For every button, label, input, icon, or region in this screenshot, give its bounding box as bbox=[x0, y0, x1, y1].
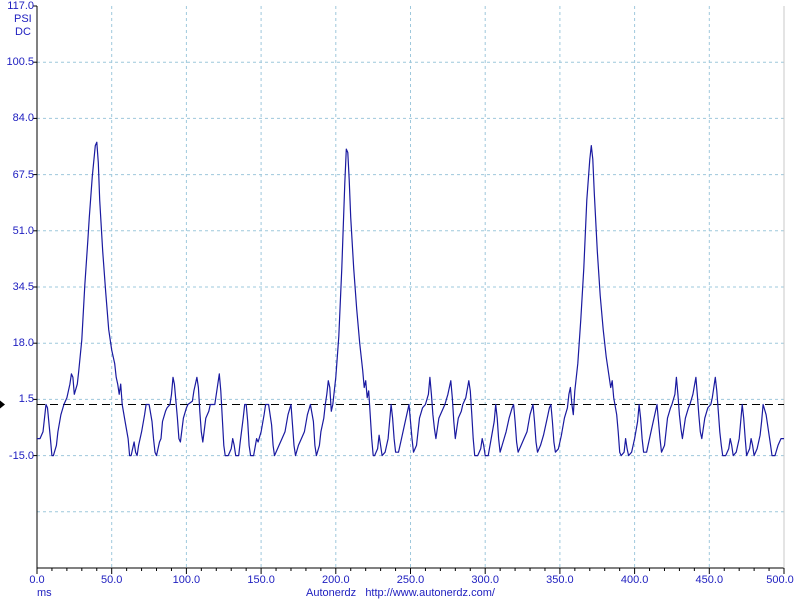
y-tick-label: 1.5 bbox=[18, 393, 34, 406]
x-tick-label: 500.0 bbox=[766, 574, 794, 586]
y-tick-label: 51.0 bbox=[12, 224, 34, 237]
y-tick-label: 117.0 bbox=[7, 0, 34, 12]
x-tick-label: 150.0 bbox=[247, 574, 275, 586]
y-unit-dc: DC bbox=[15, 26, 31, 38]
x-tick-label: 0.0 bbox=[29, 574, 45, 586]
x-unit-label: ms bbox=[37, 587, 52, 599]
x-tick-label: 450.0 bbox=[695, 574, 724, 586]
y-tick-label: 100.5 bbox=[6, 56, 34, 69]
x-tick-label: 250.0 bbox=[396, 574, 425, 586]
y-tick-label: 34.5 bbox=[12, 281, 34, 293]
oscilloscope-chart: PSI DC 117.0 100.5 84.0 67.5 51.0 34.5 18.0 1.5… bbox=[0, 0, 800, 600]
x-tick-label: 350.0 bbox=[546, 574, 574, 586]
x-tick-label: 50.0 bbox=[100, 574, 123, 586]
credit-text: Autonerdz http://www.autonerdz.com/ bbox=[306, 587, 495, 599]
y-tick-label: 18.0 bbox=[12, 337, 34, 350]
y-tick-label: 67.5 bbox=[12, 168, 34, 181]
x-tick-label: 300.0 bbox=[471, 574, 499, 586]
x-tick-label: 200.0 bbox=[322, 574, 350, 586]
chart-plot-area bbox=[0, 5, 785, 574]
x-tick-label: 100.0 bbox=[172, 574, 201, 586]
y-tick-label: 84.0 bbox=[12, 112, 34, 125]
x-tick-label: 400.0 bbox=[620, 574, 649, 586]
y-unit-psi: PSI bbox=[14, 13, 32, 25]
y-tick-label: -15.0 bbox=[8, 449, 34, 462]
